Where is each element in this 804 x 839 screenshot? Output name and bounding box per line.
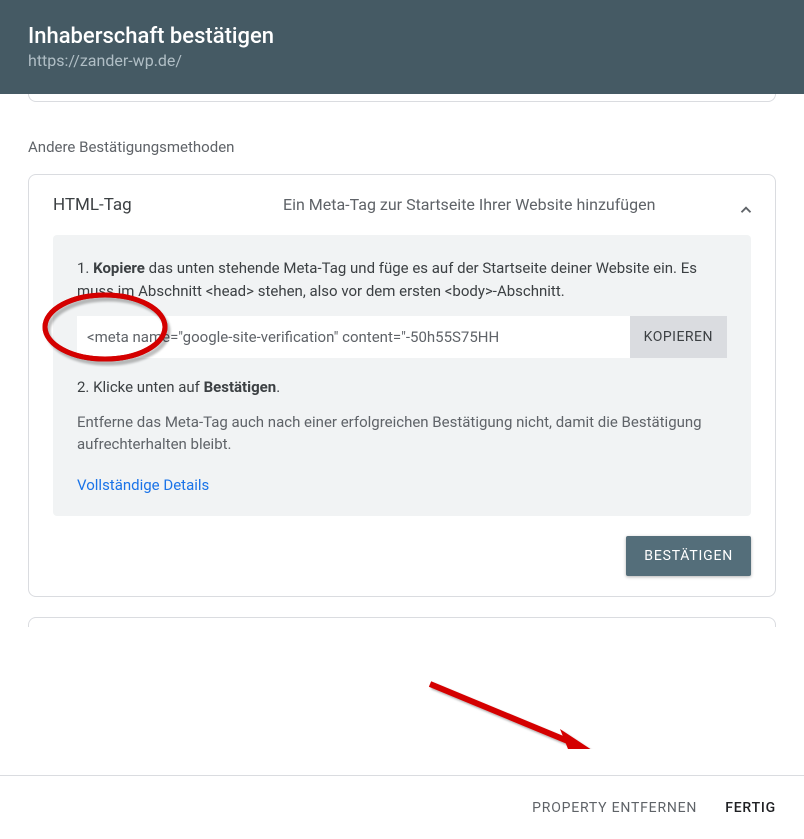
verify-row: BESTÄTIGEN	[29, 536, 775, 596]
step-2-text: 2. Klicke unten auf Bestätigen.	[77, 376, 727, 399]
dialog-footer: PROPERTY ENTFERNEN FERTIG	[0, 775, 804, 839]
content-scroll-area[interactable]: Andere Bestätigungsmethoden HTML-Tag Ein…	[0, 94, 804, 749]
copy-button[interactable]: KOPIEREN	[630, 316, 727, 358]
method-header[interactable]: HTML-Tag Ein Meta-Tag zur Startseite Ihr…	[29, 175, 775, 235]
html-tag-method-card: HTML-Tag Ein Meta-Tag zur Startseite Ihr…	[28, 174, 776, 597]
full-details-link[interactable]: Vollständige Details	[77, 476, 209, 494]
persistence-note: Entferne das Meta-Tag auch nach einer er…	[77, 411, 727, 456]
meta-tag-value[interactable]: <meta name="google-site-verification" co…	[77, 316, 630, 358]
chevron-up-icon	[737, 201, 755, 223]
instructions-panel: 1. Kopiere das unten stehende Meta-Tag u…	[53, 235, 751, 516]
other-methods-label: Andere Bestätigungsmethoden	[28, 138, 776, 156]
dialog-header: Inhaberschaft bestätigen https://zander-…	[0, 0, 804, 94]
annotation-arrow	[420, 674, 620, 749]
previous-card-edge	[28, 94, 776, 102]
remove-property-button[interactable]: PROPERTY ENTFERNEN	[532, 800, 697, 816]
done-button[interactable]: FERTIG	[725, 800, 776, 816]
method-description: Ein Meta-Tag zur Startseite Ihrer Websit…	[283, 195, 751, 214]
verify-button[interactable]: BESTÄTIGEN	[626, 536, 751, 576]
step-1-text: 1. Kopiere das unten stehende Meta-Tag u…	[77, 257, 727, 302]
next-card-edge	[28, 617, 776, 627]
meta-tag-row: <meta name="google-site-verification" co…	[77, 316, 727, 358]
dialog-title: Inhaberschaft bestätigen	[28, 24, 776, 49]
method-name: HTML-Tag	[53, 195, 283, 215]
property-url: https://zander-wp.de/	[28, 51, 776, 70]
